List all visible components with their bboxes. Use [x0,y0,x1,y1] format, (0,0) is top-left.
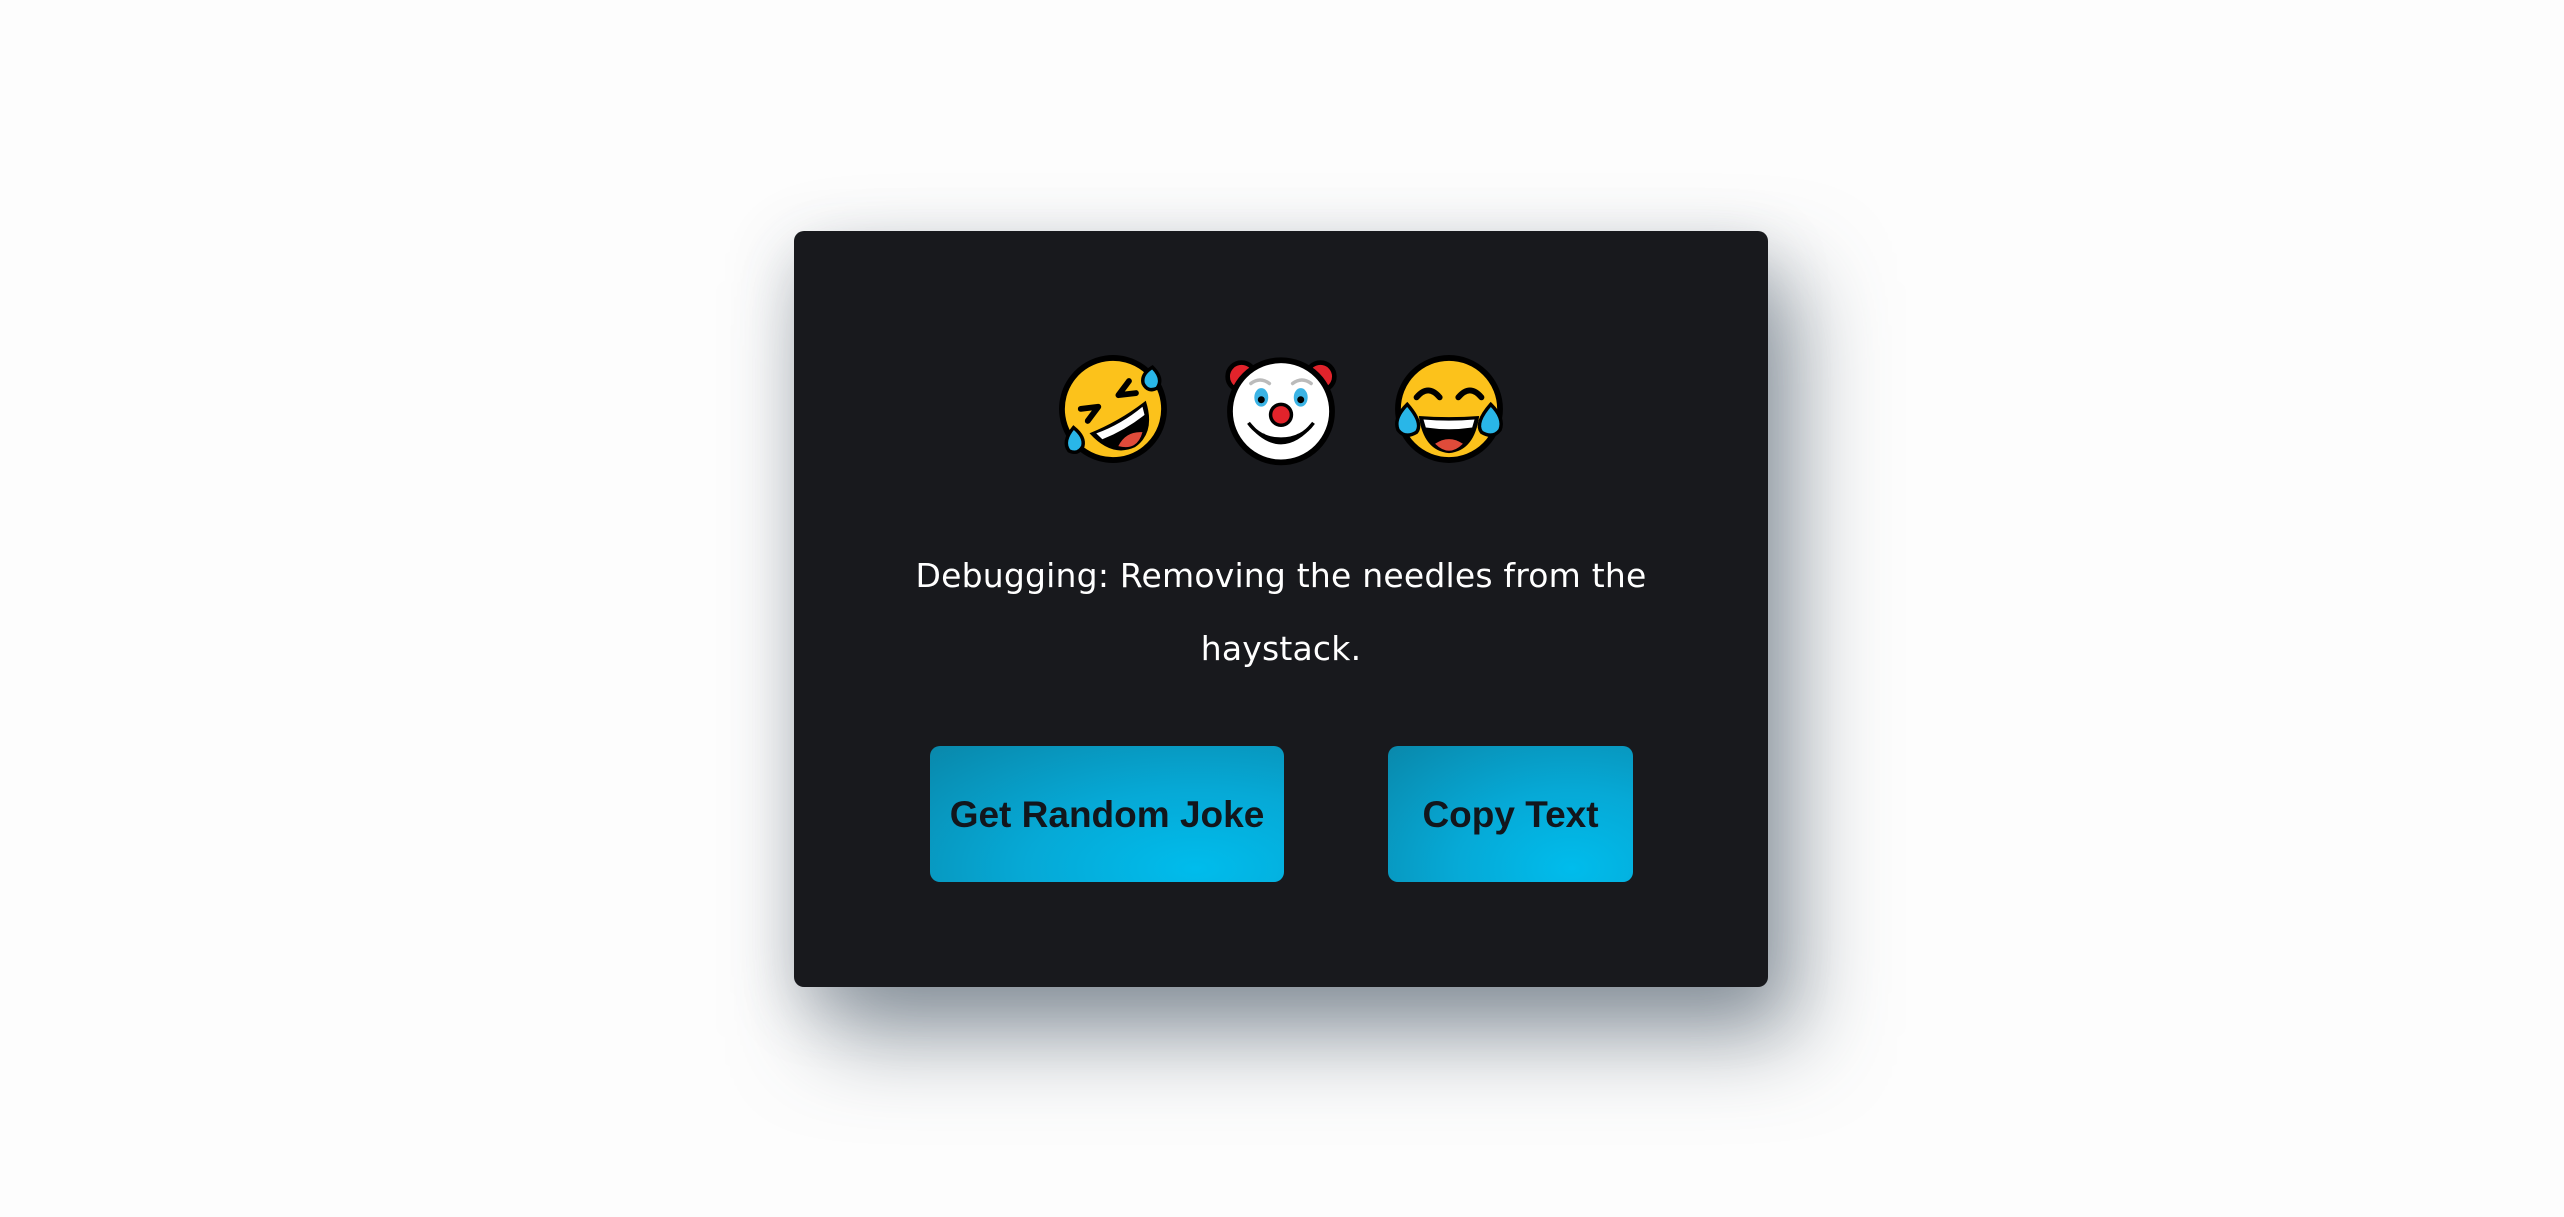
joke-text: Debugging: Removing the needles from the… [915,556,1647,668]
rolling-laughing-emoji-icon [1059,355,1167,463]
emoji-row [794,351,1768,471]
joke-card: Debugging: Removing the needles from the… [794,231,1768,987]
get-random-joke-button[interactable]: Get Random Joke [930,746,1284,882]
clown-face-emoji-icon [1225,357,1337,466]
get-random-joke-label: Get Random Joke [949,793,1265,835]
tears-of-joy-emoji-icon [1395,355,1503,463]
copy-text-label: Copy Text [1422,793,1599,835]
copy-text-button[interactable]: Copy Text [1388,746,1633,882]
